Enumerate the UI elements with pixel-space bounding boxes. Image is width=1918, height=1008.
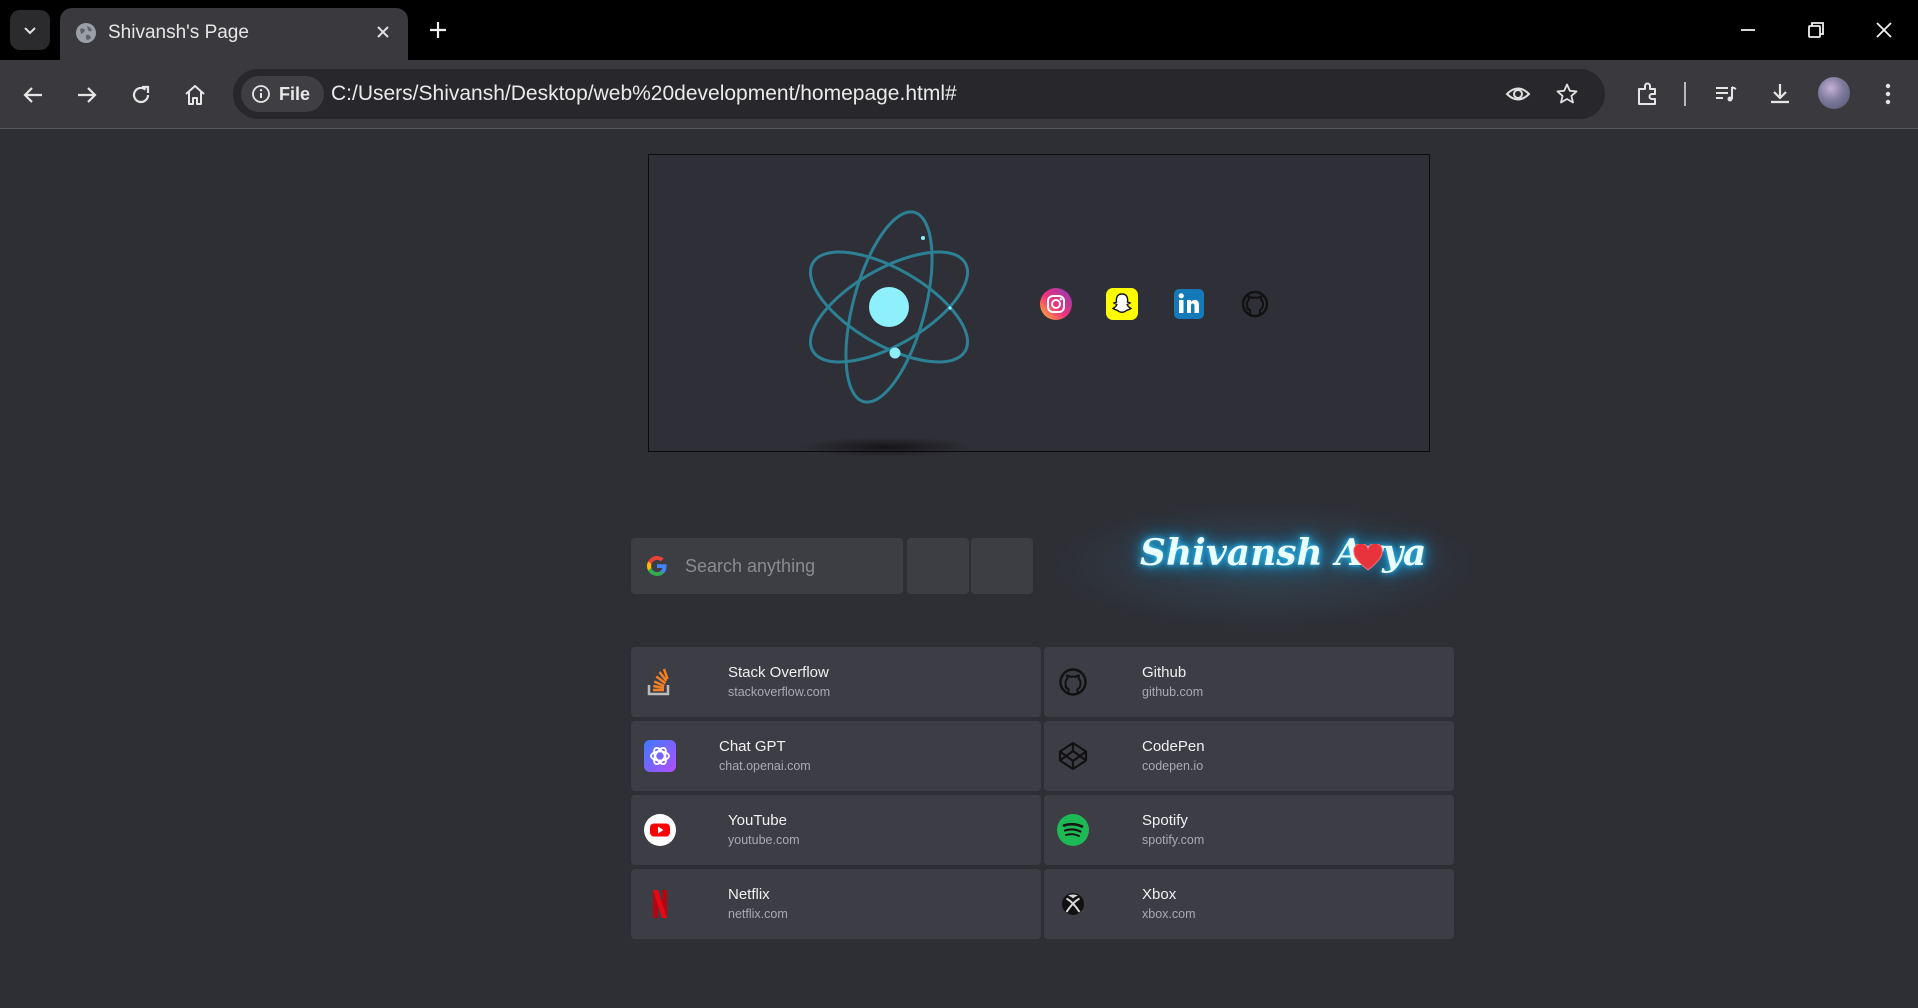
browser-toolbar: File C:/Users/Shivansh/Desktop/web%20dev… — [0, 60, 1918, 129]
link-card-stackoverflow[interactable]: Stack Overflow stackoverflow.com — [631, 647, 1041, 717]
globe-icon — [76, 23, 96, 43]
link-name: Github — [1142, 664, 1187, 681]
scheme-label: File — [279, 83, 311, 104]
link-url: youtube.com — [728, 833, 800, 847]
stackoverflow-icon — [647, 668, 670, 696]
bookmark-star-icon[interactable] — [1555, 82, 1579, 106]
heart-icon — [1353, 544, 1383, 571]
extensions-icon[interactable] — [1634, 80, 1662, 108]
site-info-chip[interactable]: File — [241, 76, 325, 112]
restore-icon[interactable] — [1804, 18, 1828, 42]
home-icon[interactable] — [182, 82, 208, 108]
url-text[interactable]: C:/Users/Shivansh/Desktop/web%20developm… — [331, 82, 957, 106]
link-name: Stack Overflow — [728, 664, 829, 681]
link-card-github[interactable]: Github github.com — [1044, 647, 1454, 717]
link-card-spotify[interactable]: Spotify spotify.com — [1044, 795, 1454, 865]
link-card-youtube[interactable]: YouTube youtube.com — [631, 795, 1041, 865]
more-menu-icon[interactable] — [1874, 80, 1902, 108]
profile-avatar[interactable] — [1818, 77, 1850, 109]
toolbar-separator — [1684, 82, 1686, 106]
link-url: netflix.com — [728, 907, 788, 921]
netflix-icon — [653, 890, 667, 918]
eye-icon[interactable] — [1505, 82, 1531, 106]
info-icon — [252, 85, 270, 103]
search-option-button[interactable] — [971, 538, 1033, 594]
hero-banner — [648, 154, 1430, 457]
minimize-icon[interactable] — [1736, 18, 1760, 42]
chevron-down-icon — [24, 27, 36, 35]
link-name: Spotify — [1142, 812, 1188, 829]
link-card-netflix[interactable]: Netflix netflix.com — [631, 869, 1041, 939]
address-bar[interactable]: File C:/Users/Shivansh/Desktop/web%20dev… — [233, 69, 1605, 119]
link-card-chatgpt[interactable]: Chat GPT chat.openai.com — [631, 721, 1041, 791]
link-name: CodePen — [1142, 738, 1205, 755]
link-card-xbox[interactable]: Xbox xbox.com — [1044, 869, 1454, 939]
instagram-icon[interactable] — [1039, 287, 1073, 321]
link-url: spotify.com — [1142, 833, 1205, 847]
github-icon — [1059, 668, 1087, 696]
search-button[interactable] — [907, 538, 969, 594]
link-name: Netflix — [728, 886, 770, 903]
tab-active[interactable]: Shivansh's Page — [60, 8, 408, 60]
reload-icon[interactable] — [128, 82, 154, 108]
link-url: xbox.com — [1142, 907, 1196, 921]
google-icon — [647, 555, 667, 576]
link-card-codepen[interactable]: CodePen codepen.io — [1044, 721, 1454, 791]
tab-title: Shivansh's Page — [108, 22, 249, 43]
tab-strip: Shivansh's Page — [0, 0, 1918, 60]
codepen-icon — [1058, 741, 1088, 771]
atom-icon — [808, 210, 970, 404]
linkedin-icon[interactable] — [1172, 287, 1206, 321]
xbox-icon — [1062, 893, 1084, 915]
link-url: codepen.io — [1142, 759, 1204, 773]
link-url: stackoverflow.com — [728, 685, 831, 699]
close-tab-icon[interactable] — [372, 21, 394, 43]
tab-search-button[interactable] — [10, 10, 50, 50]
quick-links-grid: Stack Overflow stackoverflow.com Github … — [631, 647, 1454, 939]
spotify-icon — [1057, 814, 1089, 846]
download-icon[interactable] — [1766, 80, 1794, 108]
link-name: Xbox — [1142, 886, 1177, 903]
search-input[interactable] — [685, 538, 895, 594]
link-url: github.com — [1142, 685, 1204, 699]
chatgpt-icon — [644, 740, 676, 772]
atom-shadow — [799, 437, 975, 457]
github-icon[interactable] — [1238, 287, 1272, 321]
link-url: chat.openai.com — [719, 759, 811, 773]
snapchat-icon[interactable] — [1105, 287, 1139, 321]
back-icon[interactable] — [20, 82, 46, 108]
close-window-icon[interactable] — [1872, 18, 1896, 42]
forward-icon[interactable] — [74, 82, 100, 108]
link-name: YouTube — [728, 812, 787, 829]
youtube-icon — [644, 814, 676, 846]
search-box — [631, 538, 903, 594]
media-control-icon[interactable] — [1712, 80, 1740, 108]
link-name: Chat GPT — [719, 738, 786, 755]
new-tab-icon[interactable] — [426, 18, 450, 42]
